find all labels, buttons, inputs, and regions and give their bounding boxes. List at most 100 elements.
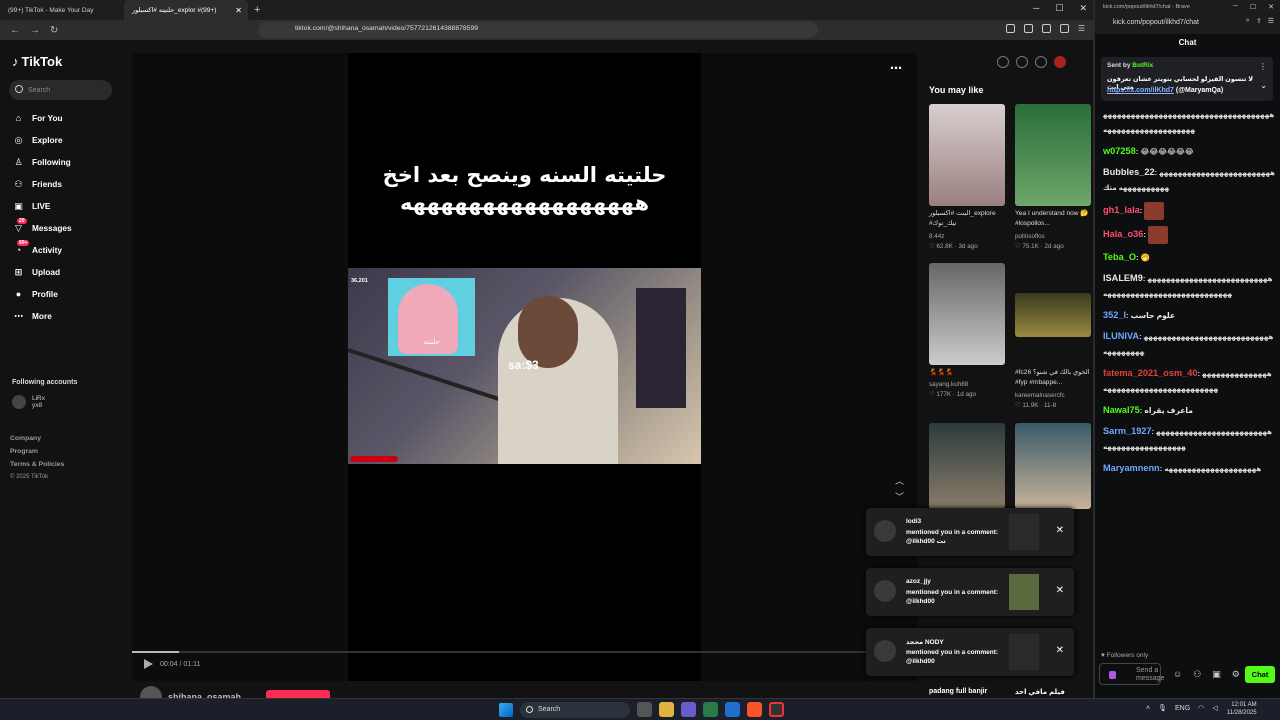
url-text[interactable]: kick.com/popout/ilkhd7/chat	[1113, 19, 1199, 26]
menu-icon[interactable]: ☰	[1268, 17, 1274, 25]
phone-icon[interactable]	[1016, 56, 1028, 68]
compass-icon[interactable]	[997, 56, 1009, 68]
maximize-icon[interactable]: ☐	[1055, 3, 1063, 14]
chat-username[interactable]: Teba_O	[1103, 252, 1136, 262]
send-chat-button[interactable]: Chat	[1245, 666, 1275, 683]
close-tab-icon[interactable]: ✕	[235, 6, 242, 15]
search-input[interactable]: Search	[9, 80, 112, 100]
sidebar-item-profile[interactable]: ● Profile	[12, 283, 72, 305]
recommendation-caption[interactable]: البنت #اكسبلور_explore #تيك_توك	[929, 209, 1009, 229]
sidebar-item-live[interactable]: ▣ LIVE	[12, 195, 72, 217]
chat-input[interactable]: Send a message	[1099, 663, 1164, 685]
chevron-down-icon[interactable]: ⌄	[1260, 81, 1267, 90]
sidebar-icon[interactable]	[1023, 24, 1033, 33]
taskbar-clock[interactable]: 12:01 AM 11/28/2025	[1227, 701, 1257, 717]
wifi-icon[interactable]: ◠	[1198, 704, 1204, 712]
wallet-icon[interactable]	[1041, 24, 1051, 33]
task-view-icon[interactable]	[637, 702, 652, 717]
emote-icon[interactable]: ☺	[1173, 669, 1182, 680]
close-icon[interactable]: ✕	[1056, 525, 1064, 536]
app-icon[interactable]	[725, 702, 740, 717]
footer-link-terms[interactable]: Terms & Policies	[10, 458, 64, 471]
pinned-link[interactable]: https://x.com/ilKhd7	[1107, 87, 1174, 94]
recommendation-thumbnail[interactable]	[1015, 104, 1091, 206]
download-icon[interactable]	[1035, 56, 1047, 68]
taskbar-search[interactable]: Search	[520, 702, 630, 718]
tab-tiktok-video[interactable]: حلتيته #اكسبلور_explor #(99+) ✕	[124, 0, 248, 20]
sidebar-item-following[interactable]: ♙ Following	[12, 151, 72, 173]
close-window-icon[interactable]: ✕	[1079, 3, 1087, 14]
sidebar-item-upload[interactable]: ⊞ Upload	[12, 261, 72, 283]
tiktok-logo[interactable]: ♪ TikTok	[12, 54, 62, 69]
recommendation-caption[interactable]: Yea I understand now 🤔 #lospollos...	[1015, 209, 1095, 229]
chat-username[interactable]: w07258	[1103, 146, 1136, 156]
close-window-icon[interactable]: ✕	[1268, 3, 1274, 11]
sidebar-item-activity[interactable]: ◔ 99+ Activity	[12, 239, 72, 261]
gear-icon[interactable]: ⚙	[1232, 669, 1240, 680]
brave-icon[interactable]	[747, 702, 762, 717]
reload-icon[interactable]: ↻	[50, 25, 58, 36]
footer-link-program[interactable]: Program	[10, 445, 64, 458]
chevron-up-icon[interactable]: ˄	[1146, 705, 1150, 712]
chat-username[interactable]: fatema_2021_osm_40	[1103, 368, 1198, 378]
gift-icon[interactable]: ▣	[1212, 669, 1221, 680]
windows-start-icon[interactable]	[499, 703, 513, 717]
record-icon[interactable]	[1054, 56, 1066, 68]
recommendation-caption[interactable]: #fc26 الخوي بالك في شنو؟ #fyp #mbappe...	[1015, 368, 1095, 388]
language-indicator[interactable]: ENG	[1175, 705, 1190, 712]
next-video-icon[interactable]: ﹀	[895, 489, 904, 505]
recommendation-caption[interactable]: 💃💃💃	[929, 368, 1009, 378]
sidebar-item-more[interactable]: ⋯ More	[12, 305, 72, 327]
share-icon[interactable]: ⇪	[1256, 17, 1262, 25]
maximize-icon[interactable]: ☐	[1250, 3, 1256, 11]
sidebar-item-friends[interactable]: ⚇ Friends	[12, 173, 72, 195]
recommendation-thumbnail[interactable]	[929, 263, 1005, 365]
footer-link-company[interactable]: Company	[10, 432, 64, 445]
pin-icon[interactable]: ⋮	[1259, 62, 1267, 71]
notification-toast[interactable]: azoz_jjy mentioned you in a comment: @il…	[866, 568, 1074, 616]
follow-button[interactable]	[266, 690, 330, 698]
users-icon[interactable]: ⚇	[1193, 669, 1201, 680]
chat-username[interactable]: ISALEM9	[1103, 273, 1143, 283]
recommendation-thumbnail[interactable]	[929, 104, 1005, 206]
minimize-icon[interactable]: ─	[1233, 3, 1238, 11]
recommendation-caption[interactable]: padang full banjir	[929, 688, 987, 695]
sidebar-item-messages[interactable]: ▽ 20 Messages	[12, 217, 72, 239]
recommendation-thumbnail[interactable]	[929, 423, 1005, 509]
recommendation-thumbnail[interactable]	[1015, 293, 1091, 337]
volume-icon[interactable]: ◁	[1212, 704, 1217, 712]
zoom-icon[interactable]: ⌕	[1246, 17, 1250, 25]
chat-username[interactable]: Nawal75	[1103, 405, 1140, 415]
minimize-icon[interactable]: ─	[1033, 3, 1039, 14]
recommendation-thumbnail[interactable]	[1015, 423, 1091, 509]
sidebar-item-explore[interactable]: ◎ Explore	[12, 129, 72, 151]
following-account-item[interactable]: LiRx yx8	[12, 395, 45, 409]
chat-username[interactable]: Bubbles_22	[1103, 167, 1155, 177]
play-icon[interactable]	[144, 659, 153, 669]
back-icon[interactable]: ←	[10, 25, 20, 36]
tab-tiktok-home[interactable]: (99+) TikTok - Make Your Day	[0, 0, 124, 20]
chat-username[interactable]: ILUNIVA	[1103, 331, 1139, 341]
reader-icon[interactable]	[1005, 24, 1015, 33]
chat-username[interactable]: Sarm_1927	[1103, 426, 1152, 436]
mic-icon[interactable]: 🎙	[1158, 704, 1167, 712]
close-icon[interactable]: ✕	[1056, 645, 1064, 656]
video-progress-bar[interactable]	[132, 651, 917, 653]
chat-username[interactable]: 352_l	[1103, 310, 1126, 320]
chat-username[interactable]: Hala_o36	[1103, 229, 1143, 239]
notification-toast[interactable]: محجد NODY mentioned you in a comment: @i…	[866, 628, 1074, 676]
more-options-icon[interactable]: ⋯	[890, 61, 902, 75]
menu-icon[interactable]: ☰	[1078, 24, 1085, 33]
obs-icon[interactable]	[769, 702, 784, 717]
new-tab-button[interactable]: +	[254, 4, 260, 16]
excel-icon[interactable]	[703, 702, 718, 717]
forward-icon[interactable]: →	[30, 25, 40, 36]
notification-toast[interactable]: lodi3 mentioned you in a comment: @ilkhd…	[866, 508, 1074, 556]
video-player[interactable]: حلتيته السنه وينصح بعد اخخ ههههههههههههه…	[132, 53, 917, 681]
sidebar-item-for-you[interactable]: ⌂ For You	[12, 107, 72, 129]
chat-username[interactable]: gh1_lala	[1103, 205, 1140, 215]
previous-video-icon[interactable]: ︿	[895, 473, 904, 489]
recommendation-caption[interactable]: فيلم مافي احد	[1015, 688, 1065, 696]
chat-username[interactable]: Maryamnenn	[1103, 463, 1160, 473]
file-explorer-icon[interactable]	[659, 702, 674, 717]
